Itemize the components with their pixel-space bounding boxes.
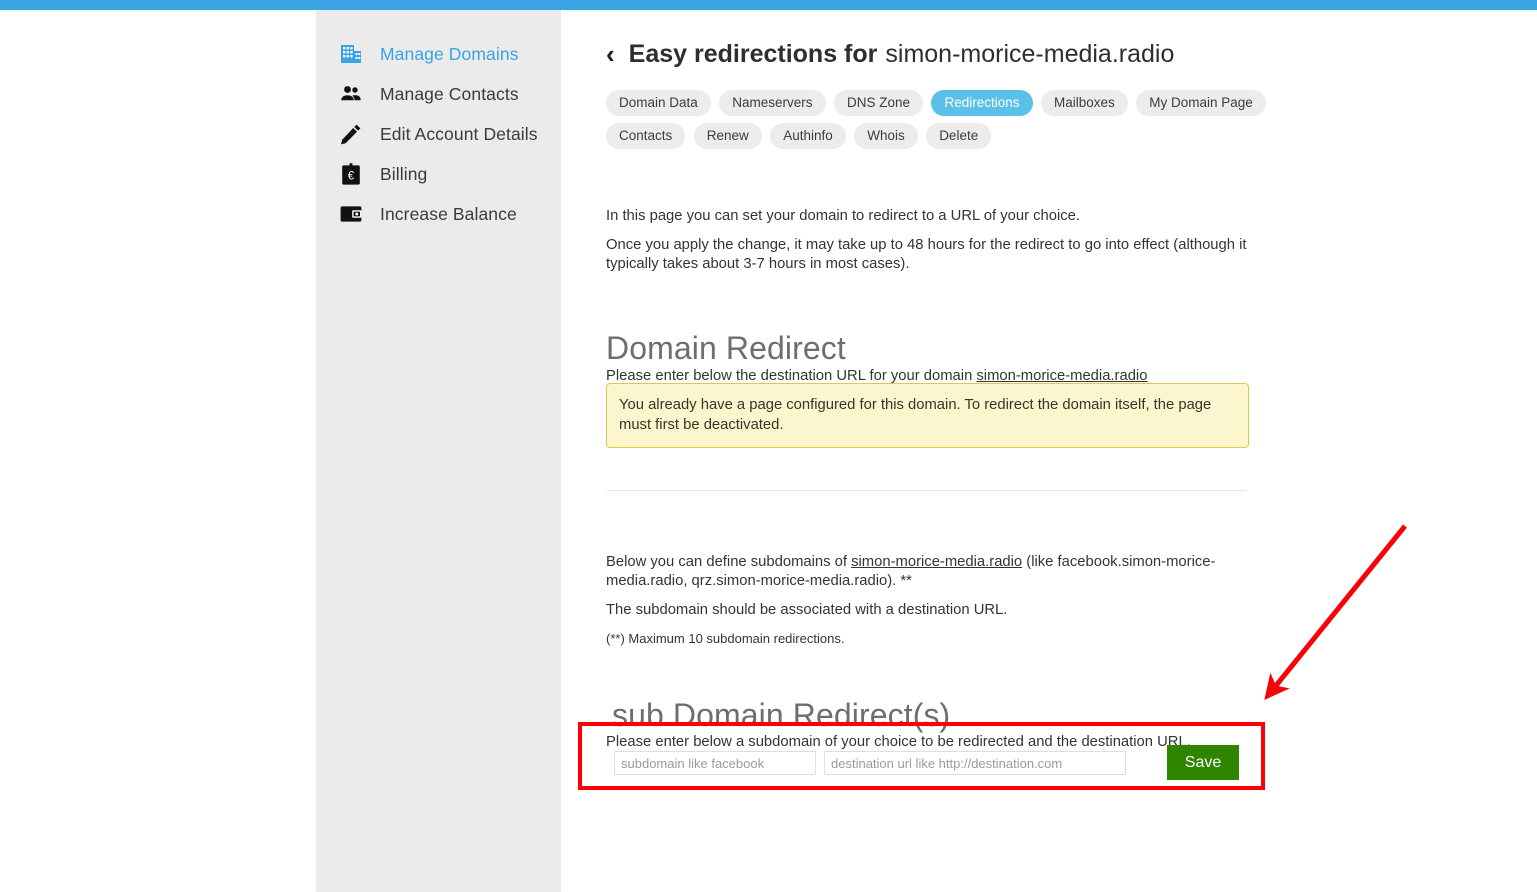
tab-whois[interactable]: Whois — [854, 123, 918, 149]
sidebar-item-increase-balance[interactable]: Increase Balance — [316, 194, 561, 234]
subdomain-info-line-1: Below you can define subdomains of simon… — [606, 553, 1251, 592]
domain-tab-bar: Domain Data Nameservers DNS Zone Redirec… — [606, 90, 1286, 156]
sidebar-item-billing[interactable]: € Billing — [316, 154, 561, 194]
subdomain-redirect-heading: sub Domain Redirect(s) — [612, 696, 951, 733]
sidebar-item-label: Manage Domains — [380, 43, 519, 64]
tab-renew[interactable]: Renew — [693, 123, 762, 149]
domain-link[interactable]: simon-morice-media.radio — [976, 368, 1147, 384]
sidebar-item-label: Billing — [380, 163, 428, 184]
tab-dns-zone[interactable]: DNS Zone — [833, 90, 924, 116]
domain-link[interactable]: simon-morice-media.radio — [851, 554, 1022, 570]
subdomain-redirect-form: Save — [614, 745, 1294, 780]
tab-delete[interactable]: Delete — [926, 123, 992, 149]
tab-nameservers[interactable]: Nameservers — [719, 90, 826, 116]
back-chevron-icon[interactable]: ‹ — [606, 41, 615, 67]
subdomain-info-prefix: Below you can define subdomains of — [606, 553, 852, 570]
tab-domain-data[interactable]: Domain Data — [606, 90, 711, 116]
page-title: ‹ Easy redirections for simon-morice-med… — [606, 40, 1174, 69]
save-button[interactable]: Save — [1167, 745, 1239, 780]
sidebar-item-label: Increase Balance — [380, 203, 517, 224]
sidebar-item-manage-domains[interactable]: Manage Domains — [316, 34, 561, 74]
subdomain-input[interactable] — [614, 751, 816, 775]
sidebar-item-label: Manage Contacts — [380, 83, 519, 104]
clipboard-euro-icon: € — [336, 160, 366, 188]
page-title-domain: simon-morice-media.radio — [885, 40, 1175, 68]
sidebar-item-edit-account-details[interactable]: Edit Account Details — [316, 114, 561, 154]
subdomain-redirect-instruction: Please enter below a subdomain of your c… — [606, 733, 1191, 750]
subdomain-footnote: (**) Maximum 10 subdomain redirections. — [606, 631, 845, 646]
svg-text:€: € — [348, 170, 355, 182]
warning-text: You already have a page configured for t… — [619, 397, 1212, 433]
sidebar: Manage Domains Manage Contacts Edit Acco… — [316, 10, 561, 892]
main-content: ‹ Easy redirections for simon-morice-med… — [561, 10, 1537, 892]
section-divider — [606, 490, 1246, 491]
tab-my-domain-page[interactable]: My Domain Page — [1136, 90, 1266, 116]
building-icon — [336, 40, 366, 68]
sidebar-item-label: Edit Account Details — [380, 123, 538, 144]
intro-line-2: Once you apply the change, it may take u… — [606, 236, 1247, 273]
page-configured-warning: You already have a page configured for t… — [606, 383, 1249, 449]
people-icon — [336, 80, 366, 108]
page-title-prefix: Easy redirections for — [628, 40, 878, 68]
subdomain-info-line-2: The subdomain should be associated with … — [606, 601, 1008, 618]
tab-mailboxes[interactable]: Mailboxes — [1040, 90, 1128, 116]
tab-redirections[interactable]: Redirections — [931, 90, 1033, 116]
tab-contacts[interactable]: Contacts — [606, 123, 686, 149]
domain-redirect-instruction-text: Please enter below the destination URL f… — [606, 367, 977, 384]
wallet-icon — [336, 200, 366, 228]
sidebar-item-manage-contacts[interactable]: Manage Contacts — [316, 74, 561, 114]
top-accent-bar — [0, 0, 1537, 10]
domain-redirect-heading: Domain Redirect — [606, 329, 846, 366]
tab-authinfo[interactable]: Authinfo — [770, 123, 846, 149]
intro-line-1: In this page you can set your domain to … — [606, 207, 1081, 224]
pencil-icon — [336, 120, 366, 148]
destination-url-input[interactable] — [824, 751, 1126, 775]
